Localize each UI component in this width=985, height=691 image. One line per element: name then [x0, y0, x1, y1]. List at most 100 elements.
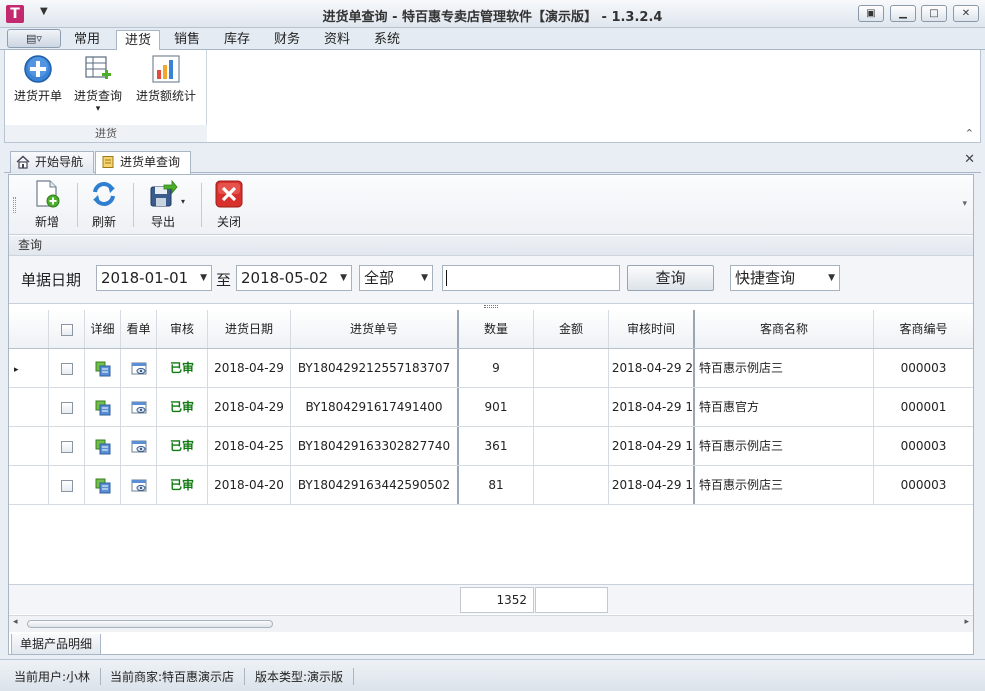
header-detail[interactable]: 详细: [85, 310, 121, 348]
to-label: 至: [216, 271, 232, 289]
tab-purchase[interactable]: 进货: [116, 30, 160, 51]
close-tab-icon[interactable]: ✕: [964, 152, 975, 167]
row-detail[interactable]: [85, 466, 121, 504]
ribbon-group-purchase: 进货开单 进货查询 ▾ 进货额统计 进货: [5, 50, 207, 142]
app-menu-button[interactable]: ▤▿: [7, 29, 61, 48]
chevron-down-icon[interactable]: ▾: [71, 104, 125, 114]
close-window-button[interactable]: ✕: [953, 5, 979, 22]
tab-common[interactable]: 常用: [66, 30, 108, 50]
table-row[interactable]: 已审 2018-04-20 BY180429163442590502 81 2018-0…: [9, 466, 973, 505]
tab-product-details[interactable]: 单据产品明细: [11, 634, 102, 655]
header-select-all[interactable]: [49, 310, 85, 348]
row-select[interactable]: [49, 388, 85, 426]
row-view[interactable]: [121, 427, 157, 465]
row-view[interactable]: [121, 466, 157, 504]
header-indicator: [9, 310, 49, 348]
select-all-checkbox[interactable]: [60, 323, 73, 336]
row-select[interactable]: [49, 427, 85, 465]
header-view[interactable]: 看单: [121, 310, 157, 348]
view-doc-icon[interactable]: [131, 439, 147, 455]
export-button[interactable]: 导出: [143, 179, 183, 230]
toolbar-separator: [133, 183, 134, 227]
close-button[interactable]: 关闭: [211, 179, 247, 230]
chevron-down-icon: ▼: [828, 273, 835, 283]
export-dropdown-icon[interactable]: ▾: [181, 197, 185, 206]
total-amount: [535, 587, 608, 613]
refresh-label: 刷新: [91, 215, 116, 229]
collapse-ribbon-icon[interactable]: ⌃: [965, 127, 974, 140]
scroll-left-icon[interactable]: ◂: [13, 617, 18, 627]
horizontal-scrollbar[interactable]: ◂ ▸: [9, 615, 973, 632]
purchase-query-label: 进货查询: [73, 89, 122, 103]
row-checkbox[interactable]: [60, 440, 73, 453]
tab-inventory[interactable]: 库存: [216, 30, 258, 50]
refresh-button[interactable]: 刷新: [86, 179, 122, 230]
toolbar-overflow-icon[interactable]: ▾: [962, 199, 967, 209]
table-row[interactable]: 已审 2018-04-29 BY1804291617491400 901 2018-04…: [9, 388, 973, 427]
row-supplier-no: 000003: [900, 439, 947, 453]
date-from-picker[interactable]: 2018-01-01 ▼: [96, 265, 212, 291]
row-detail[interactable]: [85, 349, 121, 387]
header-supplier[interactable]: 客商名称: [695, 310, 874, 348]
tab-sales[interactable]: 销售: [166, 30, 208, 50]
tab-finance[interactable]: 财务: [266, 30, 308, 50]
date-to-picker[interactable]: 2018-05-02 ▼: [236, 265, 352, 291]
search-button[interactable]: 查询: [627, 265, 714, 291]
detail-icon[interactable]: [95, 400, 111, 416]
row-view[interactable]: [121, 349, 157, 387]
ribbon-group-label: 进货: [5, 125, 207, 142]
doc-tab-purchase-query[interactable]: 进货单查询: [95, 151, 191, 174]
header-audit[interactable]: 审核: [157, 310, 208, 348]
header-supplier-no[interactable]: 客商编号: [874, 310, 973, 348]
header-qty[interactable]: 数量: [459, 310, 534, 348]
doc-tab-start[interactable]: 开始导航: [10, 151, 94, 173]
date-label: 单据日期: [21, 271, 82, 289]
quick-query-select[interactable]: 快捷查询 ▼: [730, 265, 840, 291]
detail-icon[interactable]: [95, 478, 111, 494]
row-checkbox[interactable]: [60, 479, 73, 492]
note-icon: [102, 156, 114, 168]
row-checkbox[interactable]: [60, 401, 73, 414]
status-user: 当前用户:小林: [14, 668, 102, 685]
maximize-button[interactable]: □: [921, 5, 947, 22]
view-doc-icon[interactable]: [131, 400, 147, 416]
grid-empty-area: [9, 505, 973, 584]
restore-layout-button[interactable]: ▣: [858, 5, 884, 22]
header-amount[interactable]: 金额: [534, 310, 609, 348]
row-select[interactable]: [49, 349, 85, 387]
detail-icon[interactable]: [95, 361, 111, 377]
row-indicator: [9, 427, 49, 465]
grid-header: 详细 看单 审核 进货日期 进货单号 数量 金额 审核时间 客商名称 客商编号: [9, 310, 973, 349]
new-button[interactable]: 新增: [29, 179, 65, 230]
row-checkbox[interactable]: [60, 362, 73, 375]
scroll-right-icon[interactable]: ▸: [964, 617, 969, 627]
table-row[interactable]: 已审 2018-04-25 BY180429163302827740 361 2018-…: [9, 427, 973, 466]
header-date[interactable]: 进货日期: [208, 310, 291, 348]
row-qty: 361: [459, 427, 534, 465]
row-view[interactable]: [121, 388, 157, 426]
tab-system[interactable]: 系统: [366, 30, 408, 50]
date-from-value: 2018-01-01: [101, 269, 189, 287]
table-search-icon: [85, 56, 111, 79]
scrollbar-thumb[interactable]: [27, 620, 273, 628]
purchase-order-button[interactable]: 进货开单: [9, 54, 67, 104]
detail-icon[interactable]: [95, 439, 111, 455]
header-audit-time[interactable]: 审核时间: [609, 310, 695, 348]
tab-data[interactable]: 资料: [316, 30, 358, 50]
row-audit-time: 2018-04-29 1: [609, 427, 695, 465]
toolbar-grip[interactable]: [13, 197, 16, 213]
row-detail[interactable]: [85, 427, 121, 465]
table-row[interactable]: ▸ 已审 2018-04-29 BY180429212557183707 9 2018-0…: [9, 349, 973, 388]
status-select[interactable]: 全部 ▼: [359, 265, 433, 291]
view-doc-icon[interactable]: [131, 478, 147, 494]
keyword-input[interactable]: [442, 265, 620, 291]
header-order-no[interactable]: 进货单号: [291, 310, 459, 348]
purchase-query-button[interactable]: 进货查询 ▾: [71, 54, 125, 114]
row-detail[interactable]: [85, 388, 121, 426]
row-date: 2018-04-29: [208, 349, 291, 387]
panel-splitter[interactable]: [484, 305, 498, 308]
view-doc-icon[interactable]: [131, 361, 147, 377]
purchase-stats-button[interactable]: 进货额统计: [133, 54, 199, 104]
minimize-button[interactable]: ▁: [890, 5, 916, 22]
row-select[interactable]: [49, 466, 85, 504]
